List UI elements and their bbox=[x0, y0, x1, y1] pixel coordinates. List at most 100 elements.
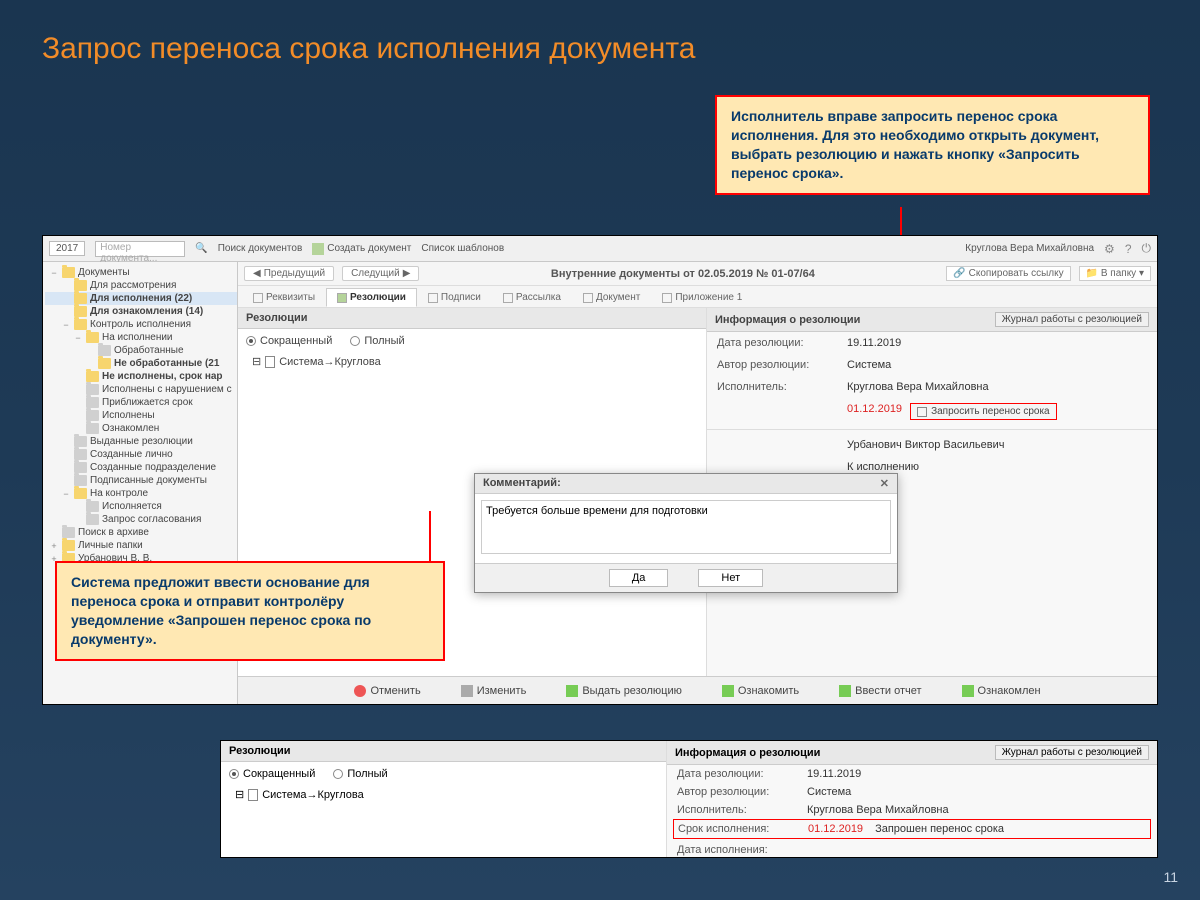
detail-deadline-date: 01.12.2019 bbox=[808, 823, 863, 835]
action-icon bbox=[839, 685, 851, 697]
dialog-title: Комментарий: ✕ bbox=[475, 474, 897, 494]
folder-icon bbox=[74, 280, 87, 291]
power-icon[interactable]: ⏻ bbox=[1142, 241, 1152, 256]
folder-icon bbox=[86, 332, 99, 343]
action-Выдать резолюцию[interactable]: Выдать резолюцию bbox=[566, 685, 682, 697]
resolution-tree-item[interactable]: ⊟ Система→Круглова bbox=[238, 353, 706, 370]
radio-full[interactable]: Полный bbox=[350, 335, 404, 347]
folder-icon bbox=[86, 371, 99, 382]
info-header: Информация о резолюции Журнал работы с р… bbox=[707, 308, 1157, 332]
close-icon[interactable]: ✕ bbox=[880, 477, 889, 490]
sidebar-item-4[interactable]: −Контроль исполнения bbox=[45, 318, 237, 331]
resolutions-header: Резолюции bbox=[238, 308, 706, 329]
folder-icon bbox=[74, 319, 87, 330]
copy-link-btn[interactable]: 🔗 Скопировать ссылку bbox=[946, 266, 1070, 281]
templates-btn[interactable]: Список шаблонов bbox=[421, 243, 504, 254]
comment-dialog: Комментарий: ✕ Требуется больше времени … bbox=[474, 473, 898, 593]
detail-exec-date-label: Дата исполнения: bbox=[677, 844, 807, 856]
calendar-icon bbox=[917, 407, 927, 417]
gear-icon[interactable]: ⚙ bbox=[1104, 242, 1115, 256]
folder-icon bbox=[62, 527, 75, 538]
detail-radio-full[interactable]: Полный bbox=[333, 768, 387, 780]
sidebar-item-10[interactable]: Приближается срок bbox=[45, 396, 237, 409]
folder-icon bbox=[62, 267, 75, 278]
action-Ознакомить[interactable]: Ознакомить bbox=[722, 685, 799, 697]
tab-Документ[interactable]: Документ bbox=[572, 288, 651, 307]
year-selector[interactable]: 2017 bbox=[49, 241, 85, 256]
folder-icon bbox=[98, 358, 111, 369]
action-Отменить[interactable]: Отменить bbox=[354, 685, 420, 697]
folder-icon bbox=[86, 501, 99, 512]
detail-res-header: Резолюции bbox=[221, 741, 666, 762]
journal-btn[interactable]: Журнал работы с резолюцией bbox=[995, 312, 1149, 327]
sidebar-item-17[interactable]: −На контроле bbox=[45, 487, 237, 500]
page-icon bbox=[248, 789, 258, 801]
folder-icon bbox=[74, 488, 87, 499]
action-Ознакомлен[interactable]: Ознакомлен bbox=[962, 685, 1041, 697]
sidebar-item-20[interactable]: Поиск в архиве bbox=[45, 526, 237, 539]
folder-icon bbox=[86, 384, 99, 395]
comment-textarea[interactable]: Требуется больше времени для подготовки bbox=[481, 500, 891, 554]
sidebar-item-11[interactable]: Исполнены bbox=[45, 409, 237, 422]
tab-Реквизиты[interactable]: Реквизиты bbox=[242, 288, 326, 307]
connector-line bbox=[429, 511, 431, 561]
folder-icon bbox=[74, 462, 87, 473]
sidebar-item-7[interactable]: Не обработанные (21 bbox=[45, 357, 237, 370]
tab-Резолюции[interactable]: Резолюции bbox=[326, 288, 417, 307]
folder-icon bbox=[98, 345, 111, 356]
folder-icon bbox=[74, 475, 87, 486]
prev-btn[interactable]: ◀ Предыдущий bbox=[244, 266, 334, 281]
action-icon bbox=[354, 685, 366, 697]
folder-icon bbox=[86, 514, 99, 525]
current-user: Круглова Вера Михайловна bbox=[965, 243, 1094, 254]
next-btn[interactable]: Следущий ▶ bbox=[342, 266, 419, 281]
tab-icon bbox=[337, 293, 347, 303]
tab-icon bbox=[583, 293, 593, 303]
app-toolbar: 2017 Номер документа... 🔍 Поиск документ… bbox=[43, 236, 1157, 262]
no-button[interactable]: Нет bbox=[698, 569, 763, 587]
detail-journal-btn[interactable]: Журнал работы с резолюцией bbox=[995, 745, 1149, 760]
folder-icon bbox=[74, 306, 87, 317]
sidebar-item-9[interactable]: Исполнены с нарушением с bbox=[45, 383, 237, 396]
action-Изменить[interactable]: Изменить bbox=[461, 685, 527, 697]
callout-left: Система предложит ввести основание для п… bbox=[55, 561, 445, 661]
detail-radio-short[interactable]: Сокращенный bbox=[229, 768, 315, 780]
tab-icon bbox=[428, 293, 438, 303]
folder-icon bbox=[62, 540, 75, 551]
folder-icon bbox=[74, 293, 87, 304]
tab-icon bbox=[503, 293, 513, 303]
detail-deadline-status: Запрошен перенос срока bbox=[875, 823, 1004, 835]
sidebar-item-19[interactable]: Запрос согласования bbox=[45, 513, 237, 526]
action-Ввести отчет[interactable]: Ввести отчет bbox=[839, 685, 921, 697]
folder-icon bbox=[86, 397, 99, 408]
doc-number-search[interactable]: Номер документа... bbox=[95, 241, 185, 257]
sidebar-item-21[interactable]: +Личные папки bbox=[45, 539, 237, 552]
search-docs-btn[interactable]: Поиск документов bbox=[218, 243, 303, 254]
request-extension-btn[interactable]: Запросить перенос срока bbox=[910, 403, 1057, 420]
create-doc-btn[interactable]: Создать документ bbox=[312, 243, 411, 255]
tab-Рассылка[interactable]: Рассылка bbox=[492, 288, 572, 307]
radio-short[interactable]: Сокращенный bbox=[246, 335, 332, 347]
yes-button[interactable]: Да bbox=[609, 569, 669, 587]
sidebar-item-8[interactable]: Не исполнены, срок нар bbox=[45, 370, 237, 383]
folder-icon bbox=[86, 410, 99, 421]
to-folder-btn[interactable]: 📁 В папку ▾ bbox=[1079, 266, 1151, 281]
callout-top: Исполнитель вправе запросить перенос сро… bbox=[715, 95, 1150, 195]
sidebar-item-18[interactable]: Исполняется bbox=[45, 500, 237, 513]
tab-Приложение 1[interactable]: Приложение 1 bbox=[651, 288, 753, 307]
plus-icon bbox=[312, 243, 324, 255]
tab-Подписи[interactable]: Подписи bbox=[417, 288, 492, 307]
sidebar-item-6[interactable]: Обработанные bbox=[45, 344, 237, 357]
page-icon bbox=[265, 356, 275, 368]
detail-deadline-label: Срок исполнения: bbox=[678, 823, 808, 835]
detail-info-header: Информация о резолюции Журнал работы с р… bbox=[667, 741, 1157, 765]
action-icon bbox=[722, 685, 734, 697]
detail-screenshot: Резолюции Сокращенный Полный ⊟ Система→К… bbox=[220, 740, 1158, 858]
sidebar-item-5[interactable]: −На исполнении bbox=[45, 331, 237, 344]
action-icon bbox=[461, 685, 473, 697]
deadline-date: 01.12.2019 bbox=[847, 403, 902, 420]
slide-number: 11 bbox=[1163, 869, 1178, 885]
help-icon[interactable]: ? bbox=[1125, 242, 1132, 256]
folder-icon bbox=[86, 423, 99, 434]
detail-tree-item[interactable]: ⊟ Система→Круглова bbox=[221, 786, 666, 803]
